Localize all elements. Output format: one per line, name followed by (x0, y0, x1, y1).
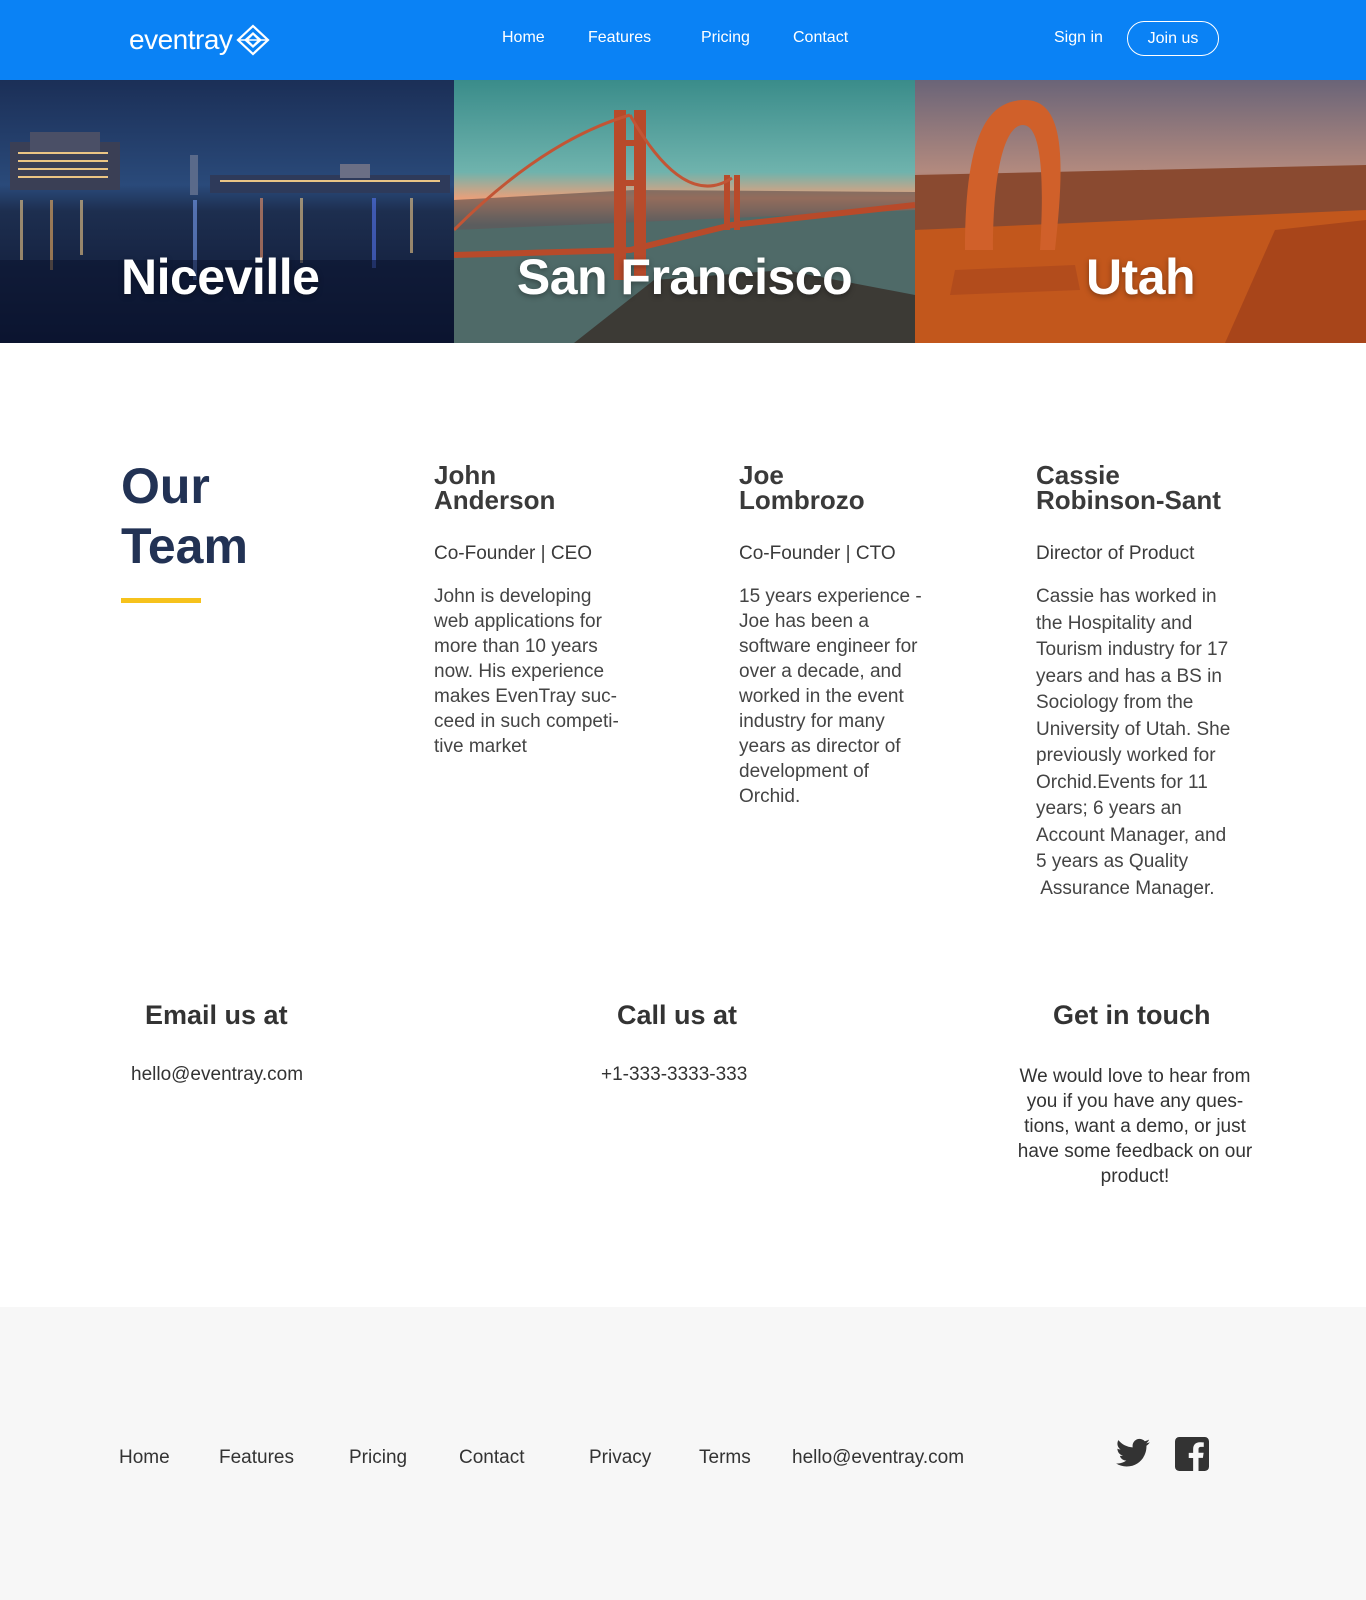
bio-line: Assurance Manager. (1036, 877, 1215, 899)
footer-link-privacy[interactable]: Privacy (589, 1447, 651, 1469)
bio-line: Tourism industry for 17 (1036, 639, 1229, 660)
call-heading: Call us at (617, 1000, 738, 1030)
contact-phone-link[interactable]: +1-333-3333-333 (601, 1064, 747, 1086)
site-footer: Home Features Pricing Contact Privacy Te… (0, 1307, 1366, 1600)
bio-line: Cassie has worked in (1036, 586, 1217, 607)
bio-line: the Hospitality and (1036, 612, 1193, 634)
city-card-san-francisco[interactable]: San Francisco (454, 80, 915, 343)
bio-line: development of (739, 761, 869, 782)
nav-link-home[interactable]: Home (502, 29, 545, 47)
nav-link-features[interactable]: Features (588, 29, 651, 47)
bio-line: software engineer for (739, 636, 918, 657)
sign-in-link[interactable]: Sign in (1054, 29, 1103, 47)
get-in-touch-heading: Get in touch (1053, 1000, 1211, 1030)
footer-link-home[interactable]: Home (119, 1447, 170, 1469)
touch-line: product! (1100, 1166, 1170, 1187)
team-member-card: Joe Lombrozo Co-Founder | CTO 15 years e… (739, 462, 959, 809)
bio-line: more than 10 years (434, 636, 598, 657)
member-role: Co-Founder | CEO (434, 543, 593, 564)
cities-hero: Niceville San Francisco Utah (0, 80, 1366, 343)
logo-diamond-icon (236, 24, 271, 56)
city-card-niceville[interactable]: Niceville (0, 80, 454, 343)
bio-line: makes EvenTray suc- (434, 686, 618, 707)
bio-line: Joe has been a (739, 611, 869, 632)
member-name: Joe Lombrozo (739, 462, 959, 515)
bio-line: 15 years experience - (739, 586, 922, 607)
member-role: Co-Founder | CTO (739, 543, 896, 564)
city-name-san-francisco: San Francisco (516, 249, 853, 305)
city-name-utah: Utah (1085, 249, 1196, 305)
nav-link-pricing[interactable]: Pricing (701, 29, 750, 47)
team-title-underline (121, 598, 201, 603)
team-member-card: Cassie Robinson-Sant Director of Product… (1036, 462, 1276, 902)
bio-line: ceed in such competi- (434, 711, 619, 732)
bio-line: Orchid.Events for 11 (1036, 771, 1208, 793)
eventray-logo[interactable]: eventray (129, 22, 271, 58)
team-title-line-1: Our (121, 458, 210, 514)
top-navbar: eventray Home Features Pricing Contact S… (0, 0, 1366, 80)
member-last-name: Anderson (434, 485, 556, 515)
bio-line: years; 6 years an (1036, 798, 1182, 819)
member-name: Cassie Robinson-Sant (1036, 462, 1276, 515)
bio-line: Account Manager, and (1036, 824, 1227, 846)
footer-link-pricing[interactable]: Pricing (349, 1447, 407, 1469)
footer-link-features[interactable]: Features (219, 1447, 294, 1469)
contact-email-link[interactable]: hello@eventray.com (131, 1064, 303, 1086)
twitter-icon[interactable] (1116, 1438, 1150, 1468)
join-us-button[interactable]: Join us (1127, 21, 1219, 56)
bio-line: tive market (434, 736, 527, 757)
member-bio: Cassie has worked in the Hospitality and… (1036, 584, 1276, 902)
bio-line: worked in the event (739, 686, 904, 707)
bio-line: University of Utah. She (1036, 718, 1231, 740)
footer-link-contact[interactable]: Contact (459, 1447, 524, 1469)
bio-line: Orchid. (739, 786, 801, 807)
touch-line: tions, want a demo, or just (1024, 1116, 1246, 1137)
bio-line: now. His experience (434, 661, 605, 682)
bio-line: 5 years as Quality (1036, 851, 1189, 872)
footer-email-link[interactable]: hello@eventray.com (792, 1447, 964, 1469)
member-bio: John is developing web applications for … (434, 584, 654, 759)
email-heading: Email us at (145, 1000, 288, 1030)
member-last-name: Lombrozo (739, 485, 865, 515)
get-in-touch-text: We would love to hear from you if you ha… (1000, 1064, 1270, 1189)
bio-line: over a decade, and (739, 661, 902, 682)
team-title-line-2: Team (121, 518, 248, 574)
bio-line: years and has a BS in (1036, 665, 1222, 687)
bio-line: previously worked for (1036, 745, 1216, 766)
bio-line: industry for many (739, 711, 885, 732)
city-name-niceville: Niceville (121, 249, 320, 305)
footer-link-terms[interactable]: Terms (699, 1447, 751, 1469)
touch-line: have some feedback on our (1017, 1141, 1253, 1162)
team-member-card: John Anderson Co-Founder | CEO John is d… (434, 462, 654, 759)
member-name: John Anderson (434, 462, 654, 515)
bio-line: Sociology from the (1036, 692, 1194, 713)
member-bio: 15 years experience - Joe has been a sof… (739, 584, 959, 809)
member-last-name: Robinson-Sant (1036, 485, 1221, 515)
bio-line: years as director of (739, 736, 901, 757)
bio-line: web applications for (434, 611, 602, 632)
nav-link-contact[interactable]: Contact (793, 29, 848, 47)
bio-line: John is developing (434, 586, 592, 607)
team-section-title: Our Team (121, 456, 248, 576)
facebook-icon[interactable] (1175, 1437, 1209, 1471)
logo-wordmark: eventray (129, 24, 233, 55)
member-role: Director of Product (1036, 543, 1195, 564)
touch-line: you if you have any ques- (1026, 1091, 1244, 1112)
city-card-utah[interactable]: Utah (915, 80, 1366, 343)
touch-line: We would love to hear from (1019, 1066, 1251, 1087)
